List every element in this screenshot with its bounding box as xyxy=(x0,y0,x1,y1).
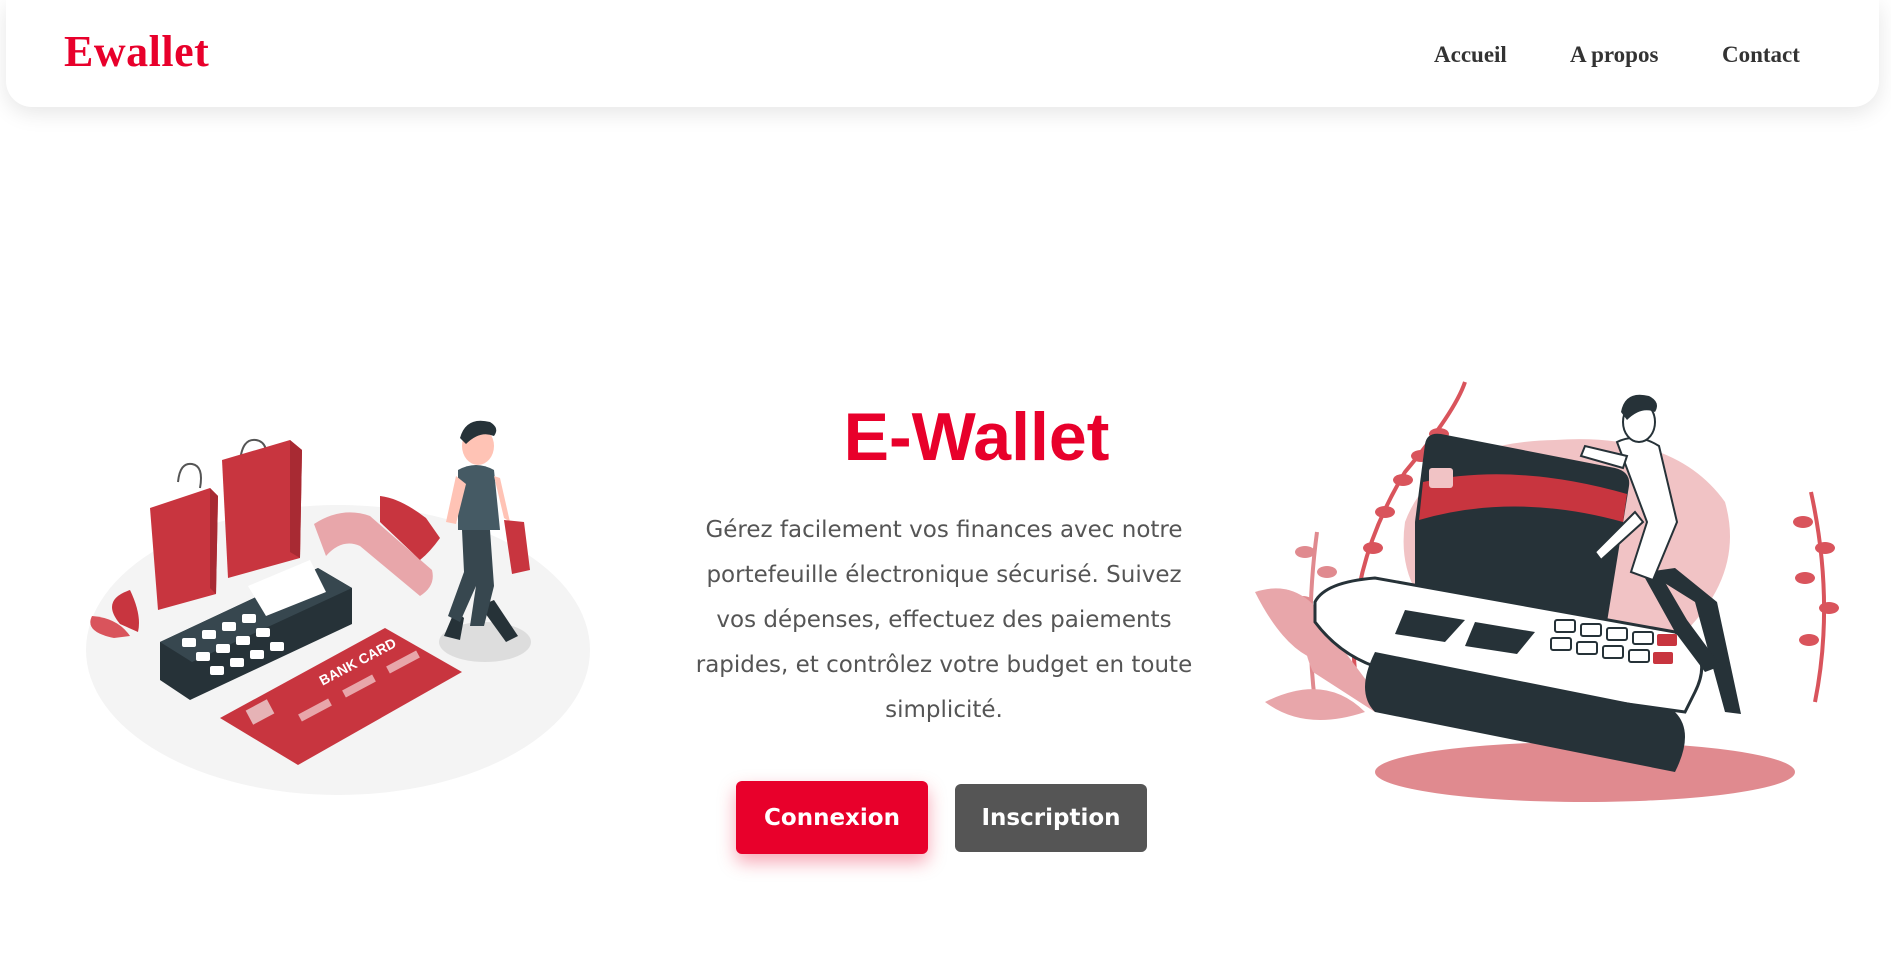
hero-description: Gérez facilement vos finances avec notre… xyxy=(695,517,1193,723)
nav-link-contact[interactable]: Contact xyxy=(1722,42,1800,68)
hero-title: E-Wallet xyxy=(0,398,1891,476)
shopping-bag-icon xyxy=(150,462,218,610)
nav-link-accueil[interactable]: Accueil xyxy=(1434,42,1507,68)
hero-title-text: E-Wallet xyxy=(843,399,1110,475)
connexion-button[interactable]: Connexion xyxy=(736,781,928,854)
inscription-button[interactable]: Inscription xyxy=(955,784,1147,852)
navbar: Ewallet Accueil A propos Contact xyxy=(6,0,1879,107)
nav-link-a-propos[interactable]: A propos xyxy=(1570,42,1658,68)
logo[interactable]: Ewallet xyxy=(64,26,209,77)
plant-icon xyxy=(1793,491,1839,703)
